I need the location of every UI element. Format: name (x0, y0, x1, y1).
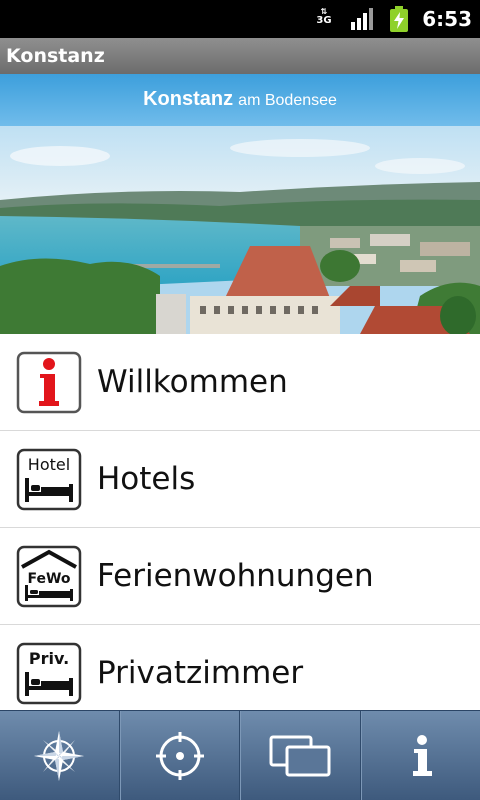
fewo-icon-text: FeWo (27, 571, 70, 587)
banner-title-sub: am Bodensee (238, 92, 337, 109)
info-icon (412, 735, 432, 776)
app-title: Konstanz (6, 45, 105, 67)
menu-item-label: Ferienwohnungen (97, 558, 374, 594)
info-sign-icon (16, 351, 82, 414)
privat-bed-icon: Priv. (16, 642, 82, 705)
menu-item-label: Willkommen (97, 364, 288, 400)
network-3g-icon: ⇅ 3G (314, 7, 334, 31)
tab-location[interactable] (119, 711, 240, 800)
tab-info[interactable] (360, 711, 480, 800)
status-bar: ⇅ 3G 6:53 (0, 0, 480, 38)
clock: 6:53 (422, 7, 472, 31)
tab-gallery[interactable] (240, 711, 361, 800)
banner-title-main: Konstanz (143, 88, 234, 110)
lake-photo (0, 126, 480, 334)
menu-item-privatzimmer[interactable]: Priv. Privatzimmer (0, 625, 480, 710)
menu-item-willkommen[interactable]: Willkommen (0, 334, 480, 431)
fewo-house-icon: FeWo (16, 545, 82, 608)
menu-item-ferienwohnungen[interactable]: FeWo Ferienwohnungen (0, 528, 480, 625)
menu-item-label: Privatzimmer (97, 655, 304, 691)
network-type-label: 3G (316, 15, 332, 26)
banner-title: Konstanz am Bodensee (0, 74, 480, 126)
menu-item-label: Hotels (97, 461, 196, 497)
tab-compass[interactable] (0, 711, 120, 800)
compass-rose-icon (34, 731, 85, 781)
menu-list: Willkommen Hotel Hotels FeWo Ferienwohnu… (0, 334, 480, 710)
battery-charging-icon (390, 6, 408, 32)
header-banner: Konstanz am Bodensee (0, 74, 480, 334)
hotel-icon-text: Hotel (28, 455, 70, 474)
title-bar: Konstanz (0, 38, 480, 74)
menu-item-hotels[interactable]: Hotel Hotels (0, 431, 480, 528)
hotel-bed-icon: Hotel (16, 448, 82, 511)
privat-icon-text: Priv. (29, 649, 69, 668)
location-target-icon (155, 732, 204, 780)
signal-strength-icon (351, 8, 373, 30)
bottom-tab-bar (0, 710, 480, 800)
gallery-icon (269, 735, 331, 777)
